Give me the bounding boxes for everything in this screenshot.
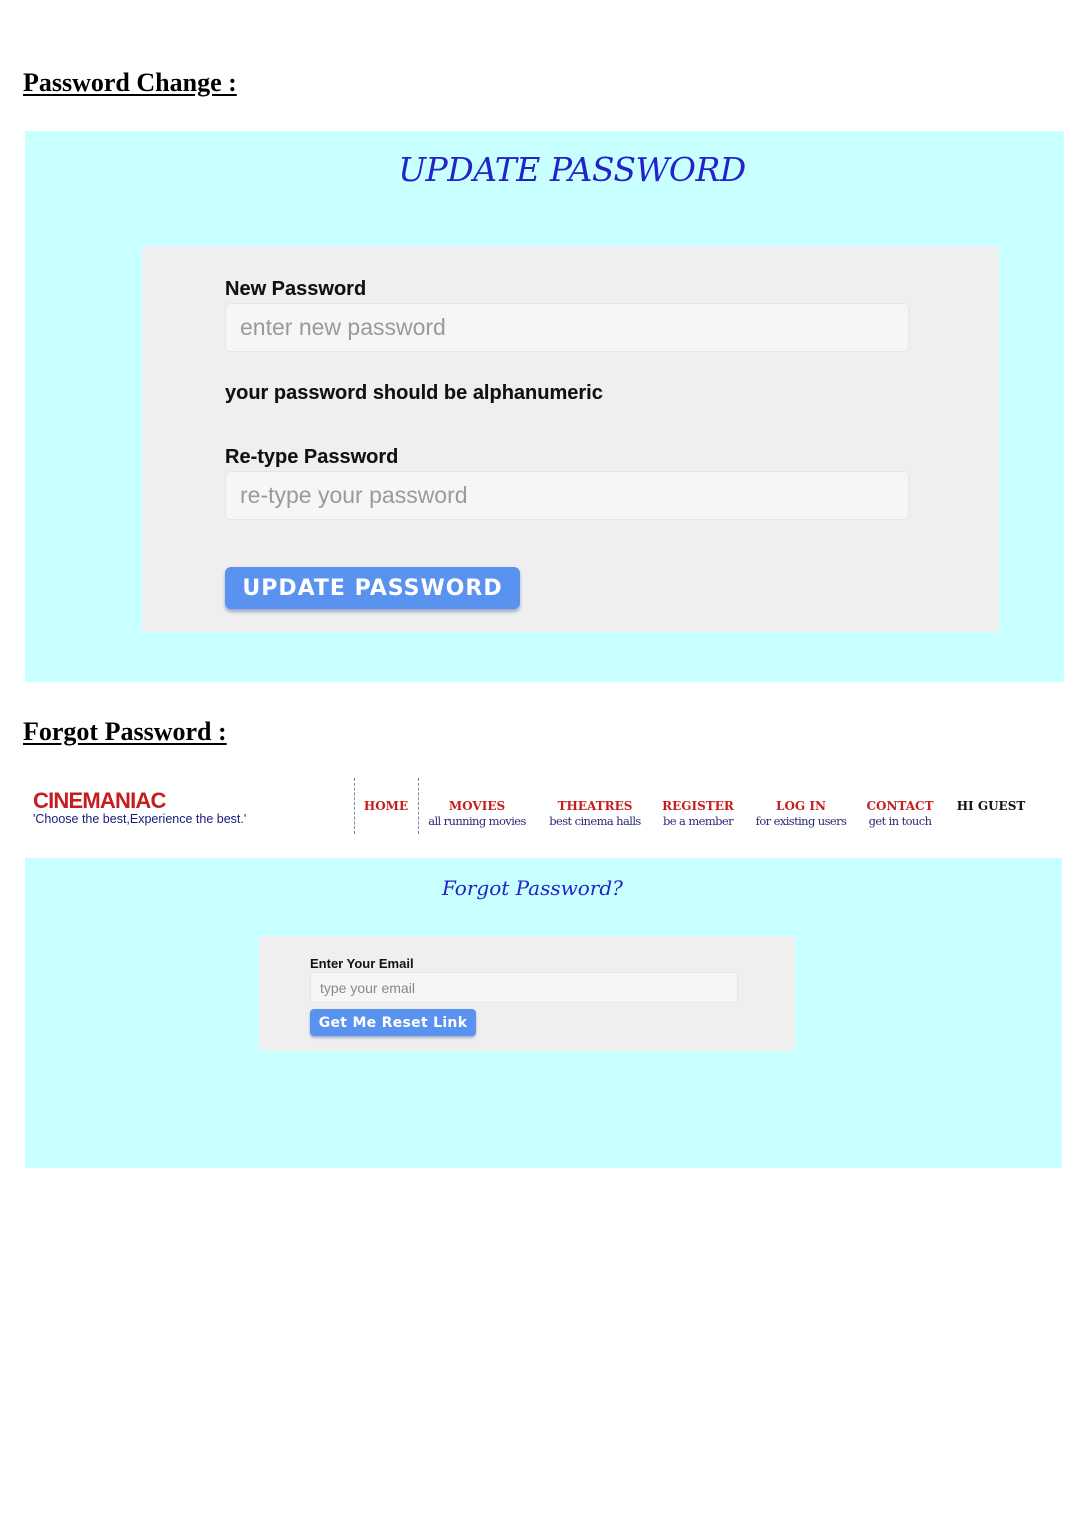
new-password-input[interactable] <box>225 303 909 352</box>
nav-item-home[interactable]: HOME <box>364 799 408 813</box>
update-password-title: UPDATE PASSWORD <box>398 150 746 189</box>
site-logo[interactable]: CINEMANIAC <box>33 788 166 814</box>
nav-item-title: THEATRES <box>557 799 633 813</box>
update-password-button[interactable]: UPDATE PASSWORD <box>225 567 520 609</box>
forgot-password-title: Forgot Password? <box>442 876 623 900</box>
site-tagline: 'Choose the best,Experience the best.' <box>33 812 247 826</box>
email-label: Enter Your Email <box>310 956 414 971</box>
forgot-password-heading: Forgot Password : <box>23 717 227 746</box>
nav-item-title: CONTACT <box>866 799 934 813</box>
nav-item-register[interactable]: REGISTER be a member <box>662 799 734 828</box>
nav-item-title: MOVIES <box>448 799 506 813</box>
password-hint-text: your password should be alphanumeric <box>225 382 603 404</box>
retype-password-label: Re-type Password <box>225 446 399 468</box>
nav-item-title: LOG IN <box>776 799 826 813</box>
nav-item-subtitle: all running movies <box>428 814 526 828</box>
nav-item-login[interactable]: LOG IN for existing users <box>756 799 847 828</box>
greeting-text: HI GUEST <box>956 799 1026 813</box>
retype-password-input[interactable] <box>225 471 909 520</box>
password-change-heading: Password Change : <box>23 68 237 97</box>
nav-item-movies[interactable]: MOVIES all running movies <box>428 799 526 828</box>
nav-divider <box>354 778 355 834</box>
new-password-label: New Password <box>225 278 367 300</box>
reset-link-button[interactable]: Get Me Reset Link <box>310 1009 476 1036</box>
nav-item-subtitle: get in touch <box>868 814 932 828</box>
nav-item-contact[interactable]: CONTACT get in touch <box>866 799 933 828</box>
user-greeting: HI GUEST <box>957 799 1026 813</box>
nav-divider <box>418 778 419 834</box>
nav-item-subtitle: be a member <box>662 814 734 828</box>
nav-item-title: HOME <box>363 799 409 813</box>
nav-item-subtitle: for existing users <box>755 814 847 828</box>
nav-item-title: REGISTER <box>662 799 734 813</box>
email-input[interactable] <box>310 972 738 1003</box>
nav-item-theatres[interactable]: THEATRES best cinema halls <box>549 799 641 828</box>
nav-item-subtitle: best cinema halls <box>549 814 641 828</box>
